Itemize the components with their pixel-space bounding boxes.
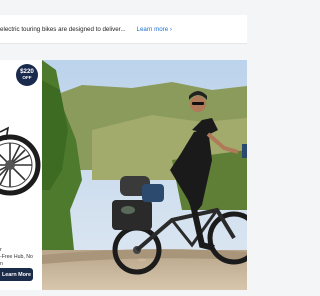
product-desc-line-2: -Free Hub, No bbox=[0, 254, 33, 261]
learn-more-link[interactable]: Learn more › bbox=[137, 26, 172, 33]
learn-more-button[interactable]: Learn More bbox=[0, 268, 33, 281]
promo-banner: electric touring bikes are designed to d… bbox=[0, 15, 247, 44]
bike-wheel-image bbox=[0, 126, 41, 196]
product-desc-line-3: n bbox=[0, 261, 3, 268]
discount-badge: $220 OFF bbox=[16, 64, 38, 86]
banner-text: electric touring bikes are designed to d… bbox=[0, 25, 126, 33]
hero-photo bbox=[42, 60, 247, 290]
product-description: r -Free Hub, No n bbox=[0, 247, 42, 268]
badge-suffix: OFF bbox=[22, 75, 32, 81]
product-desc-line-1: r bbox=[0, 247, 2, 253]
hero-image bbox=[42, 60, 247, 290]
